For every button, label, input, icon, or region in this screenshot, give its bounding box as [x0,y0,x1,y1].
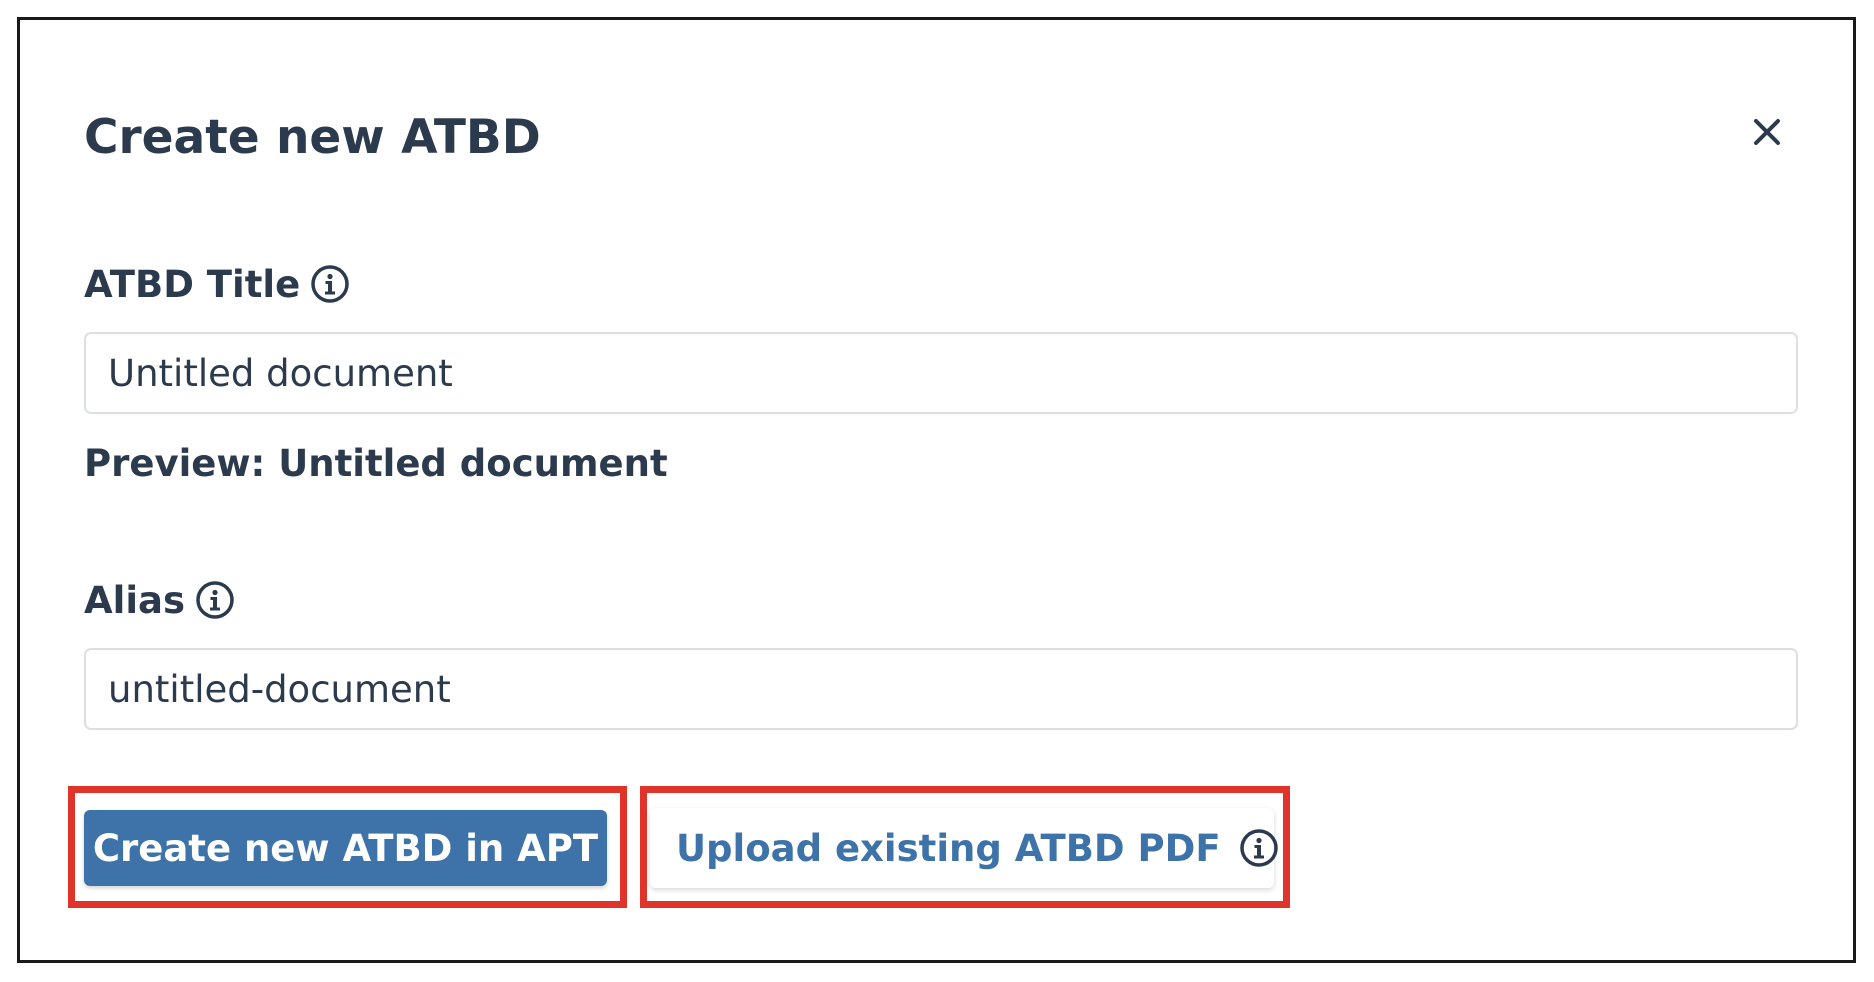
upload-pdf-button[interactable]: Upload existing ATBD PDF [650,808,1278,888]
alias-field-label: Alias [84,574,235,626]
title-label-text: ATBD Title [84,262,301,306]
info-icon[interactable] [195,580,235,620]
title-field-label: ATBD Title [84,258,350,310]
modal-title: Create new ATBD [84,110,541,165]
upload-pdf-button-label: Upload existing ATBD PDF [676,826,1221,870]
create-atbd-button[interactable]: Create new ATBD in APT [84,810,607,886]
info-icon[interactable] [310,264,350,304]
alias-input[interactable] [84,648,1798,730]
create-atbd-button-label: Create new ATBD in APT [92,826,599,870]
atbd-title-input[interactable] [84,332,1798,414]
close-button[interactable] [1745,110,1789,154]
title-preview: Preview: Untitled document [84,442,668,485]
close-icon [1754,119,1780,145]
alias-label-text: Alias [84,578,185,622]
info-icon[interactable] [1239,828,1279,868]
